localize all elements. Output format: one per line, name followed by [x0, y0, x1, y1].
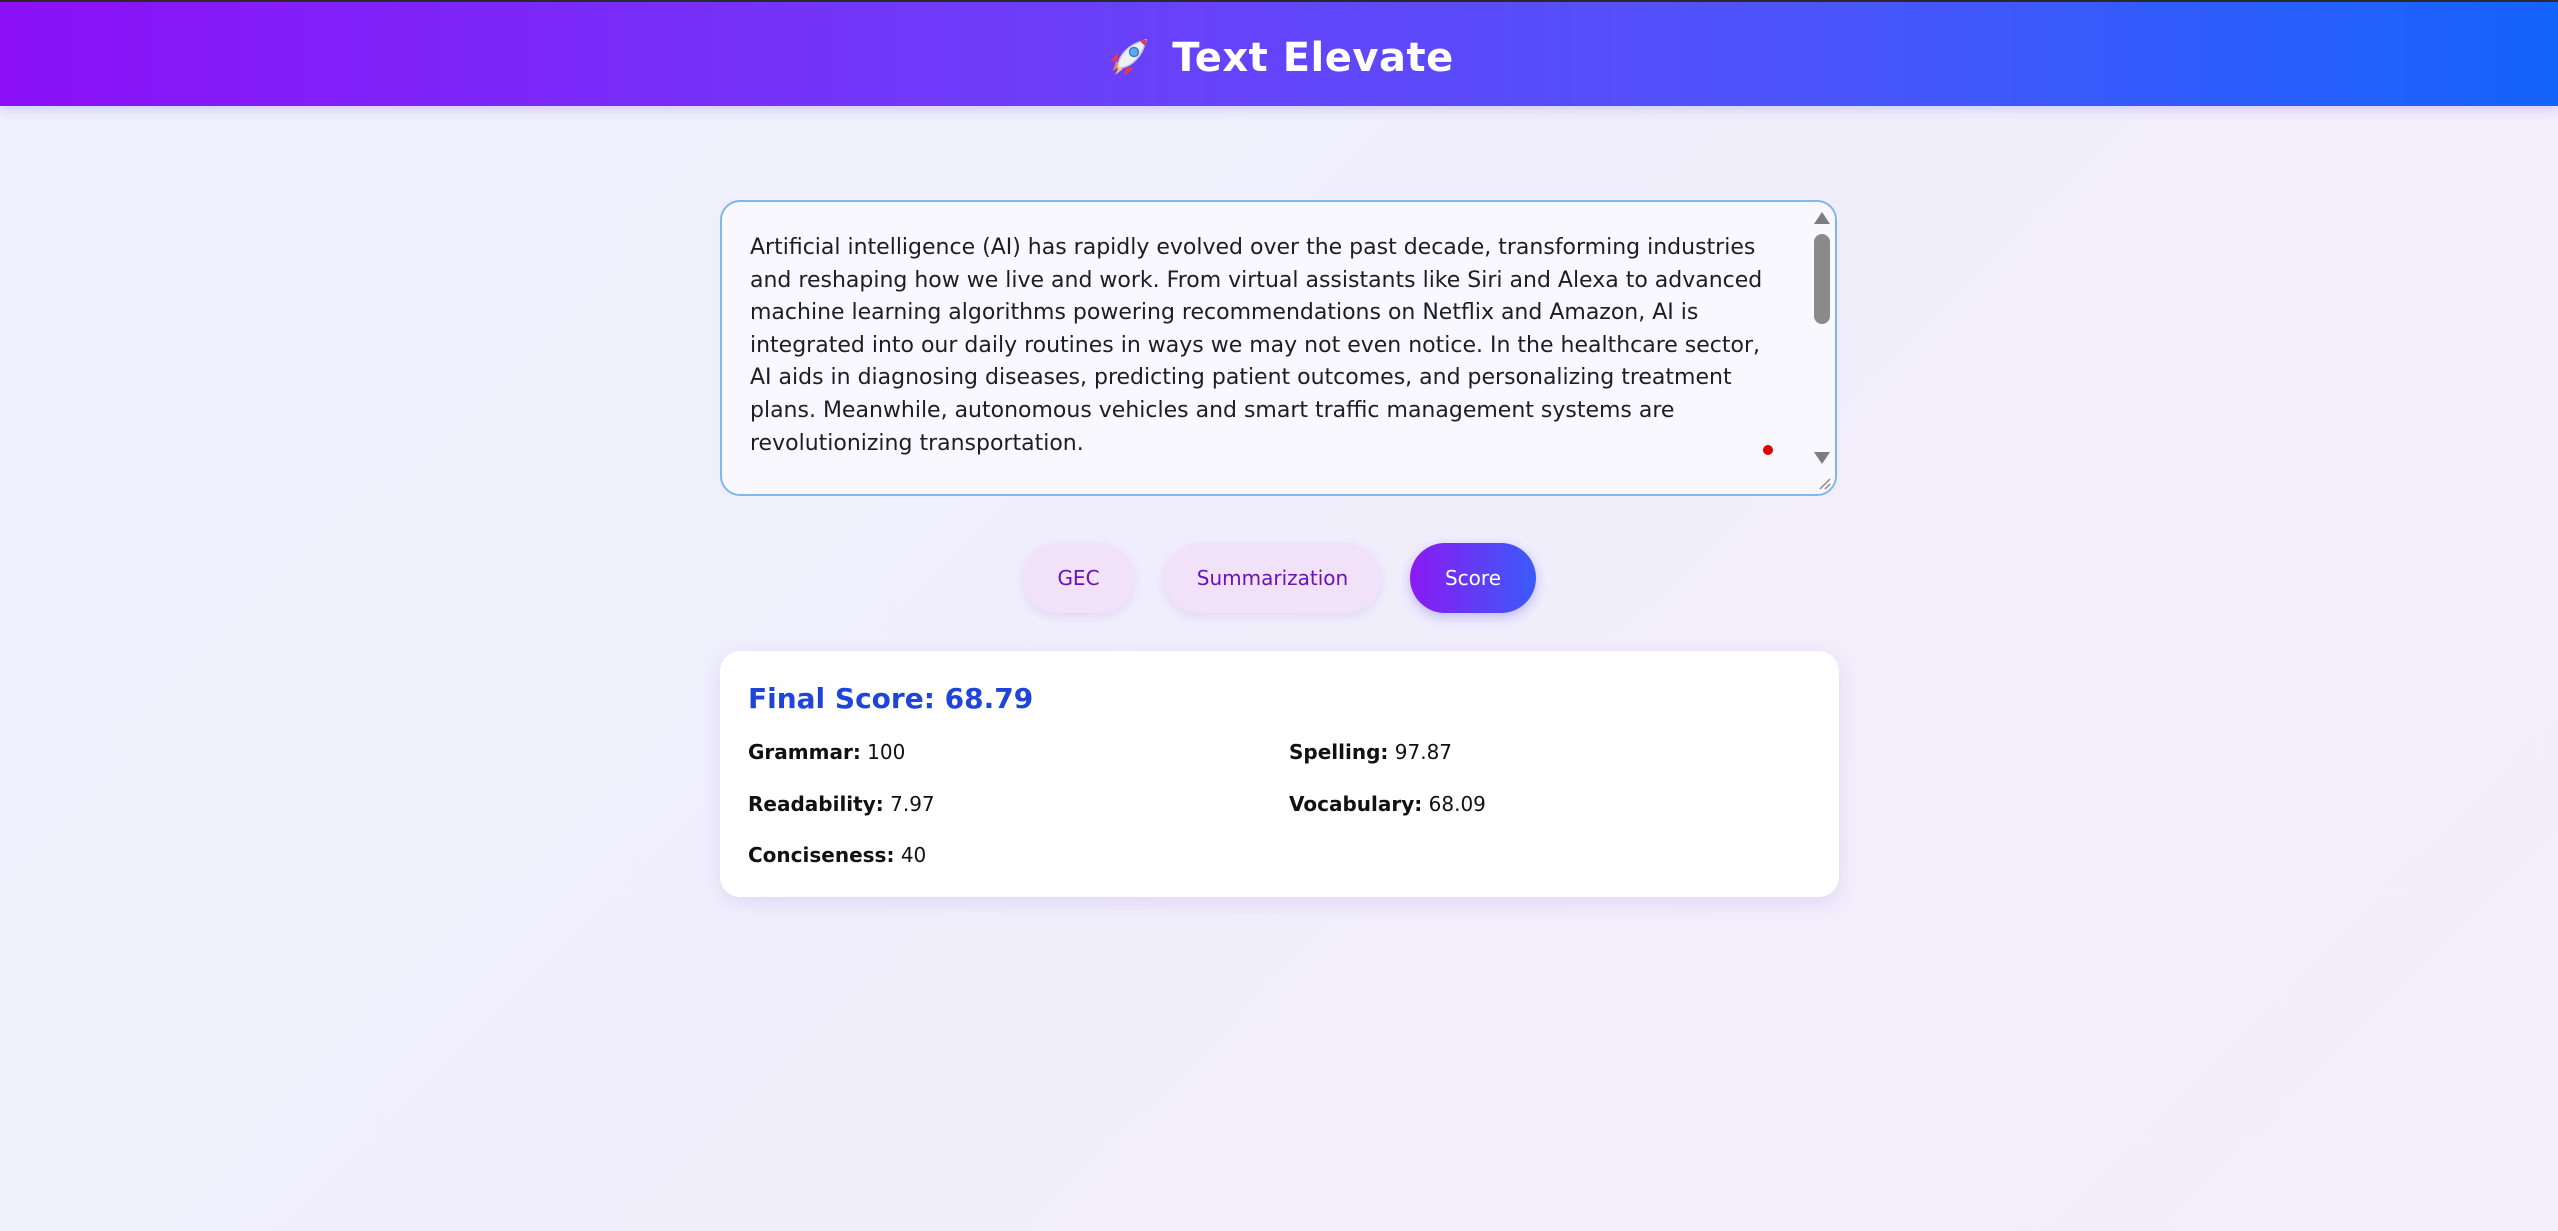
resize-grip-icon[interactable]: [1817, 476, 1831, 490]
app-header: Text Elevate: [0, 2, 2558, 106]
final-score-value: 68.79: [944, 682, 1034, 715]
scroll-up-arrow-icon[interactable]: [1814, 212, 1830, 224]
summarization-button[interactable]: Summarization: [1164, 543, 1381, 613]
metric-value: 100: [867, 740, 906, 764]
metric-label: Grammar:: [748, 740, 861, 764]
scroll-down-arrow-icon[interactable]: [1814, 452, 1830, 464]
score-results-card: Final Score: 68.79 Grammar: 100 Spelling…: [720, 651, 1839, 897]
rocket-icon: [1110, 39, 1148, 76]
metric-value: 97.87: [1394, 740, 1453, 764]
metric-conciseness: Conciseness: 40: [748, 841, 926, 869]
metric-vocabulary: Vocabulary: 68.09: [1289, 790, 1486, 818]
metric-value: 7.97: [890, 792, 935, 816]
metric-readability: Readability: 7.97: [748, 790, 935, 818]
red-dot-indicator: [1763, 445, 1773, 455]
score-button[interactable]: Score: [1410, 543, 1536, 613]
editor-scrollbar[interactable]: [1809, 202, 1835, 494]
app-title: Text Elevate: [1172, 35, 1454, 81]
text-input-area[interactable]: Artificial intelligence (AI) has rapidly…: [720, 200, 1837, 496]
brand: Text Elevate: [0, 32, 2558, 84]
metric-value: 68.09: [1428, 792, 1486, 816]
text-input-value[interactable]: Artificial intelligence (AI) has rapidly…: [750, 232, 1770, 494]
scroll-thumb[interactable]: [1814, 234, 1830, 324]
gec-button[interactable]: GEC: [1023, 543, 1134, 613]
final-score-label: Final Score:: [748, 682, 935, 715]
final-score: Final Score: 68.79: [748, 681, 1033, 717]
metric-grammar: Grammar: 100: [748, 738, 905, 766]
metric-label: Spelling:: [1289, 740, 1389, 764]
metric-label: Vocabulary:: [1289, 792, 1423, 816]
metric-spelling: Spelling: 97.87: [1289, 738, 1452, 766]
metric-label: Conciseness:: [748, 843, 895, 867]
metric-value: 40: [900, 843, 927, 867]
metric-label: Readability:: [748, 792, 884, 816]
